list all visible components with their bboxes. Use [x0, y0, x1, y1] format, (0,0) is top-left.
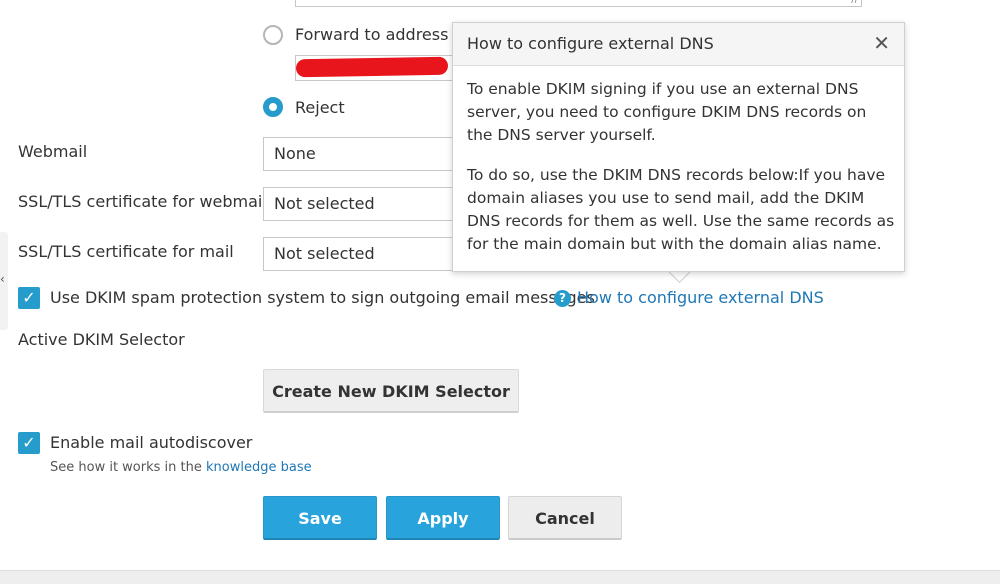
reject-radio[interactable] [263, 97, 283, 117]
dkim-checkbox-label: Use DKIM spam protection system to sign … [50, 288, 595, 307]
ssl-mail-select-value: Not selected [274, 244, 375, 263]
external-dns-help-link[interactable]: How to configure external DNS [577, 288, 824, 307]
knowledge-base-link[interactable]: knowledge base [206, 460, 312, 475]
save-button[interactable]: Save [263, 496, 377, 540]
cancel-button[interactable]: Cancel [508, 496, 622, 540]
forward-radio[interactable] [263, 25, 283, 45]
popover-header: How to configure external DNS ✕ [453, 23, 904, 66]
apply-button[interactable]: Apply [386, 496, 500, 540]
dns-help-popover: How to configure external DNS ✕ To enabl… [452, 22, 905, 272]
forward-textarea[interactable]: // [295, 0, 862, 7]
autodiscover-checkbox-label: Enable mail autodiscover [50, 433, 253, 452]
question-circle-icon[interactable]: ? [554, 290, 571, 307]
resize-grip-icon[interactable]: // [851, 0, 858, 5]
autodiscover-checkbox[interactable]: ✓ [18, 432, 40, 454]
footer-bar [0, 570, 1000, 584]
redaction-mark [295, 56, 449, 78]
reject-radio-label: Reject [295, 98, 345, 117]
active-dkim-selector-label: Active DKIM Selector [18, 330, 185, 349]
dkim-checkbox[interactable]: ✓ [18, 287, 40, 309]
autodiscover-hint-text: See how it works in the [50, 460, 202, 475]
popover-title: How to configure external DNS [467, 34, 714, 53]
autodiscover-hint: See how it works in the knowledge base [50, 460, 312, 475]
webmail-select-value: None [274, 144, 316, 163]
ssl-webmail-select-value: Not selected [274, 194, 375, 213]
close-icon[interactable]: ✕ [873, 31, 890, 55]
ssl-webmail-select[interactable]: Not selected [263, 187, 463, 221]
webmail-select[interactable]: None [263, 137, 463, 171]
ssl-webmail-label: SSL/TLS certificate for webmail [18, 192, 267, 211]
forward-radio-label: Forward to address [295, 25, 449, 44]
ssl-mail-label: SSL/TLS certificate for mail [18, 242, 234, 261]
popover-paragraph-1: To enable DKIM signing if you use an ext… [467, 80, 867, 144]
webmail-label: Webmail [18, 142, 88, 161]
chevron-left-icon[interactable]: ‹ [0, 272, 5, 286]
popover-paragraph-2: To do so, use the DKIM DNS records below… [467, 166, 895, 253]
ssl-mail-select[interactable]: Not selected [263, 237, 463, 271]
create-dkim-selector-button[interactable]: Create New DKIM Selector [263, 369, 519, 413]
